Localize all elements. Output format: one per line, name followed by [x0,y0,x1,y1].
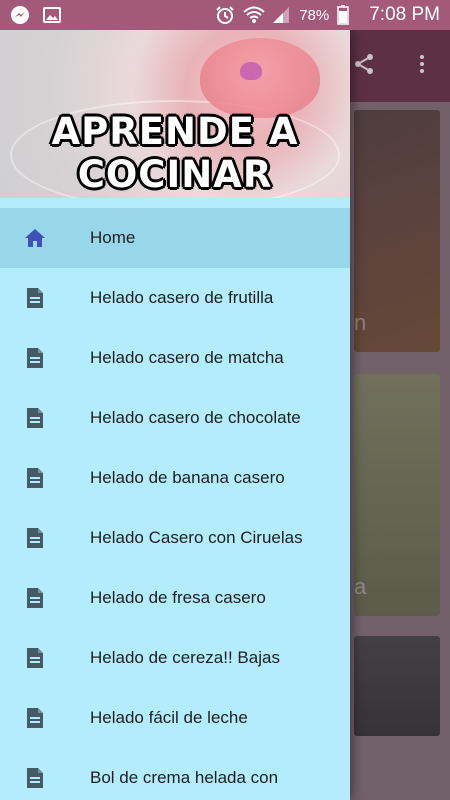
menu-item-helado-banana[interactable]: Helado de banana casero [0,448,350,508]
menu-item-label: Helado casero de frutilla [90,288,274,307]
cupcake-image [200,38,320,118]
menu-item-label: Helado casero de matcha [90,348,284,367]
document-icon [24,706,46,730]
navigation-drawer: APRENDE A COCINAR Home Helado casero de … [0,30,350,800]
status-clock: 7:08 PM [369,4,440,25]
status-left-icons [10,5,62,25]
menu-item-home[interactable]: Home [0,208,350,268]
document-icon [24,766,46,790]
menu-item-helado-leche[interactable]: Helado fácil de leche [0,688,350,748]
drawer-menu: Home Helado casero de frutilla Helado ca… [0,208,350,800]
gallery-icon [42,5,62,25]
signal-icon [271,5,291,25]
menu-item-helado-matcha[interactable]: Helado casero de matcha [0,328,350,388]
document-icon [24,406,46,430]
menu-item-helado-fresa[interactable]: Helado de fresa casero [0,568,350,628]
document-icon [24,286,46,310]
battery-percentage: 78% [299,6,330,24]
document-icon [24,646,46,670]
menu-item-bol-crema[interactable]: Bol de crema helada con [0,748,350,800]
heart-decoration [240,62,262,80]
wifi-icon [243,5,265,25]
menu-item-helado-ciruelas[interactable]: Helado Casero con Ciruelas [0,508,350,568]
drawer-header-title: APRENDE A COCINAR [51,110,299,196]
menu-item-label: Helado de banana casero [90,468,285,487]
menu-item-helado-chocolate[interactable]: Helado casero de chocolate [0,388,350,448]
menu-item-label: Helado casero de chocolate [90,408,301,427]
battery-icon [337,5,357,25]
menu-item-label: Helado Casero con Ciruelas [90,528,303,547]
menu-item-label: Helado fácil de leche [90,708,248,727]
menu-item-label: Home [90,228,136,247]
document-icon [24,466,46,490]
header-divider [0,198,350,208]
messenger-icon [10,5,30,25]
document-icon [24,526,46,550]
drawer-header: APRENDE A COCINAR [0,30,350,198]
menu-item-label: Bol de crema helada con [90,768,279,787]
home-icon [24,226,46,250]
status-bar: 78% 7:08 PM [0,0,450,30]
status-right: 78% 7:08 PM [215,4,440,26]
document-icon [24,586,46,610]
menu-item-helado-cereza[interactable]: Helado de cereza!! Bajas [0,628,350,688]
menu-item-label: Helado de fresa casero [90,588,266,607]
menu-item-label: Helado de cereza!! Bajas [90,648,280,667]
document-icon [24,346,46,370]
menu-item-helado-frutilla[interactable]: Helado casero de frutilla [0,268,350,328]
alarm-icon [215,5,235,25]
